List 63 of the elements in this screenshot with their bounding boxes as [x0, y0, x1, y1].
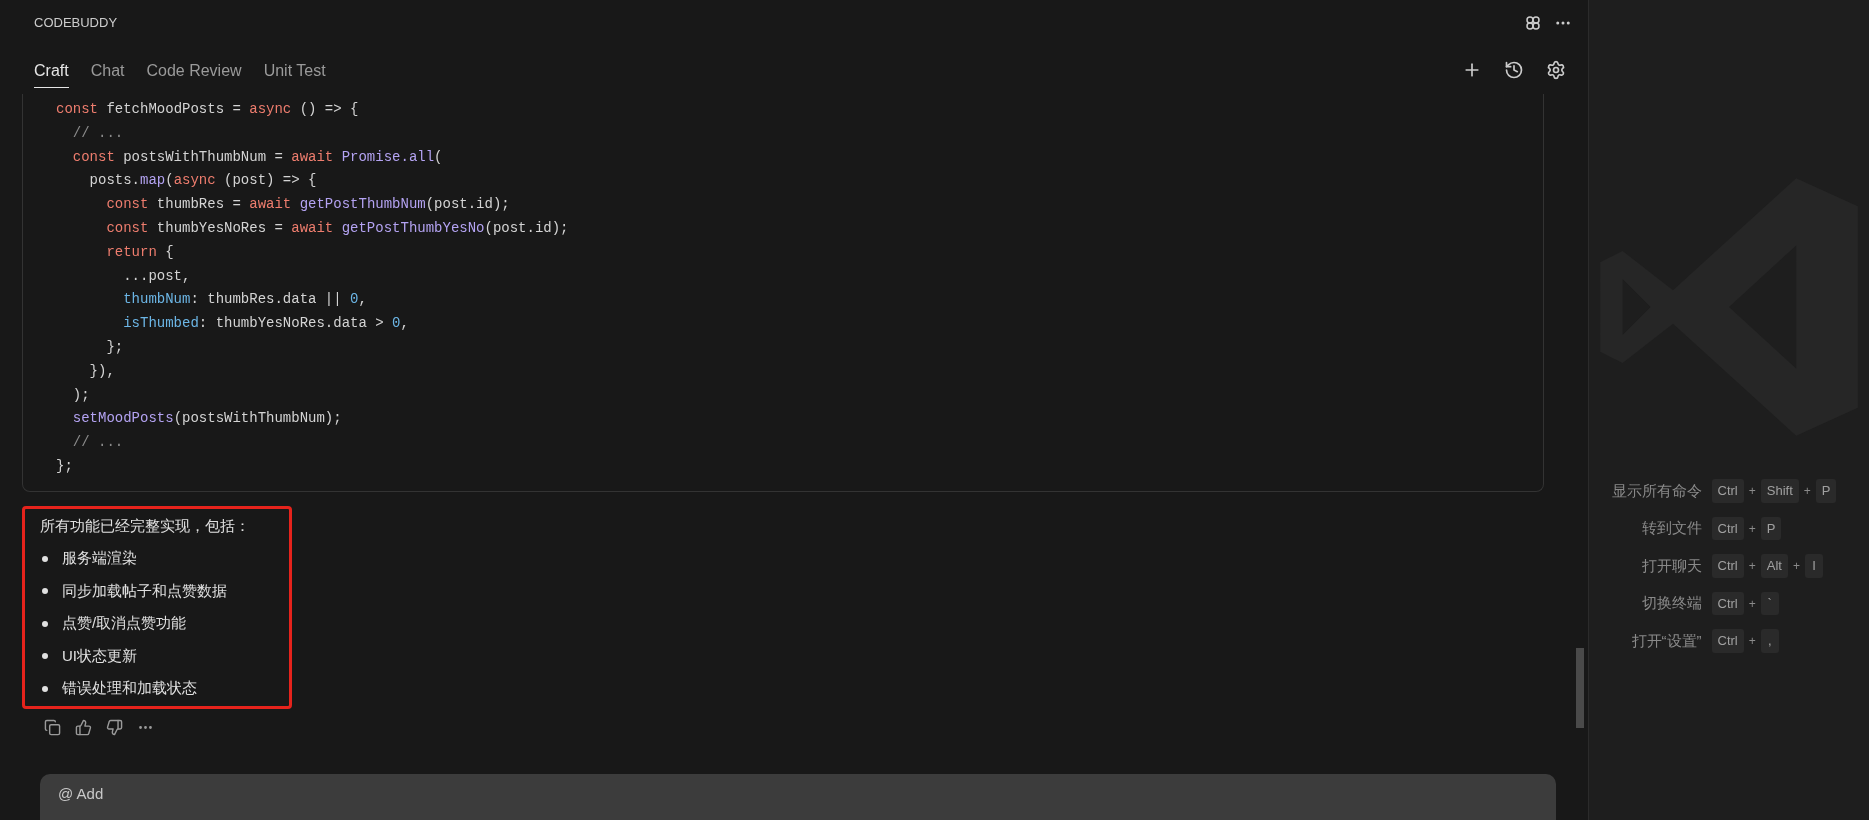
list-item: 同步加载帖子和点赞数据 — [62, 580, 227, 601]
bullet-icon — [42, 685, 48, 692]
settings-icon[interactable] — [1546, 60, 1566, 80]
list-item: 点赞/取消点赞功能 — [62, 613, 187, 634]
copy-icon[interactable] — [44, 718, 61, 736]
key-cap: ` — [1760, 591, 1779, 616]
key-cap: I — [1804, 554, 1823, 578]
code-line: // ... — [71, 433, 125, 453]
tab[interactable]: Craft — [34, 52, 69, 88]
tab[interactable]: Unit Test — [263, 52, 326, 88]
code-line: }; — [56, 456, 74, 476]
key-cap: Alt — [1760, 554, 1788, 578]
plus-sign: + — [1748, 633, 1756, 650]
chat-input-field[interactable]: @ Add — [40, 774, 1556, 820]
history-icon[interactable] — [1504, 60, 1524, 80]
key-cap: Shift — [1760, 479, 1799, 503]
key-cap: P — [1760, 516, 1782, 541]
plus-sign: + — [1803, 483, 1811, 500]
tab[interactable]: Code Review — [146, 52, 242, 88]
code-line: ...post, — [122, 266, 192, 286]
code-line: isThumbed: thumbYesNoRes.data > 0, — [122, 314, 410, 334]
plus-sign: + — [1748, 558, 1756, 575]
code-line: const fetchMoodPosts = async () => { — [56, 100, 360, 119]
key-cap: Ctrl — [1711, 554, 1744, 578]
plus-sign: + — [1792, 558, 1800, 575]
key-cap: , — [1760, 629, 1779, 653]
panel-title: CODEBUDDY — [34, 14, 118, 33]
code-line: const postsWithThumbNum = await Promise.all( — [71, 147, 444, 167]
list-item: UI状态更新 — [62, 645, 137, 666]
code-line: }; — [105, 337, 125, 357]
key-cap: P — [1815, 479, 1837, 503]
bullet-icon — [42, 555, 48, 562]
plus-sign: + — [1748, 520, 1756, 538]
shortcut-label: 打开“设置” — [1630, 630, 1702, 651]
key-cap: Ctrl — [1711, 516, 1744, 541]
plus-sign: + — [1748, 483, 1756, 500]
code-line: setMoodPosts(postsWithThumbNum); — [71, 409, 343, 429]
bullet-icon — [42, 620, 48, 627]
shortcut-label: 打开聊天 — [1640, 555, 1702, 576]
bullet-icon — [42, 588, 48, 594]
tab[interactable]: Chat — [90, 52, 125, 88]
bullet-icon — [42, 653, 48, 659]
code-line: }), — [88, 361, 116, 381]
code-line: ); — [71, 385, 91, 405]
pinwheel-icon — [1524, 14, 1542, 32]
list-item: 错误处理和加载状态 — [62, 678, 197, 699]
code-line: return { — [105, 242, 175, 262]
code-line: // ... — [71, 123, 125, 143]
shortcut-label: 显示所有命令 — [1611, 480, 1702, 501]
key-cap: Ctrl — [1711, 479, 1744, 503]
message-text: 所有功能已经完整实现，包括： — [40, 515, 251, 536]
shortcut-label: 切换终端 — [1640, 593, 1702, 614]
code-line: const thumbRes = await getPostThumbNum(post.id); — [105, 195, 511, 215]
list-item: 服务端渲染 — [62, 548, 137, 569]
thumbs-up-icon[interactable] — [75, 718, 92, 736]
thumbs-down-icon[interactable] — [106, 718, 123, 736]
code-line: const thumbYesNoRes = await getPostThumbYesNo(post.id); — [105, 219, 570, 238]
plus-sign: + — [1748, 595, 1756, 613]
shortcut-label: 转到文件 — [1640, 518, 1702, 539]
code-line: thumbNum: thumbRes.data || 0, — [122, 290, 368, 310]
code-line: posts.map(async (post) => { — [88, 171, 318, 191]
key-cap: Ctrl — [1711, 629, 1744, 653]
key-cap: Ctrl — [1711, 591, 1744, 616]
